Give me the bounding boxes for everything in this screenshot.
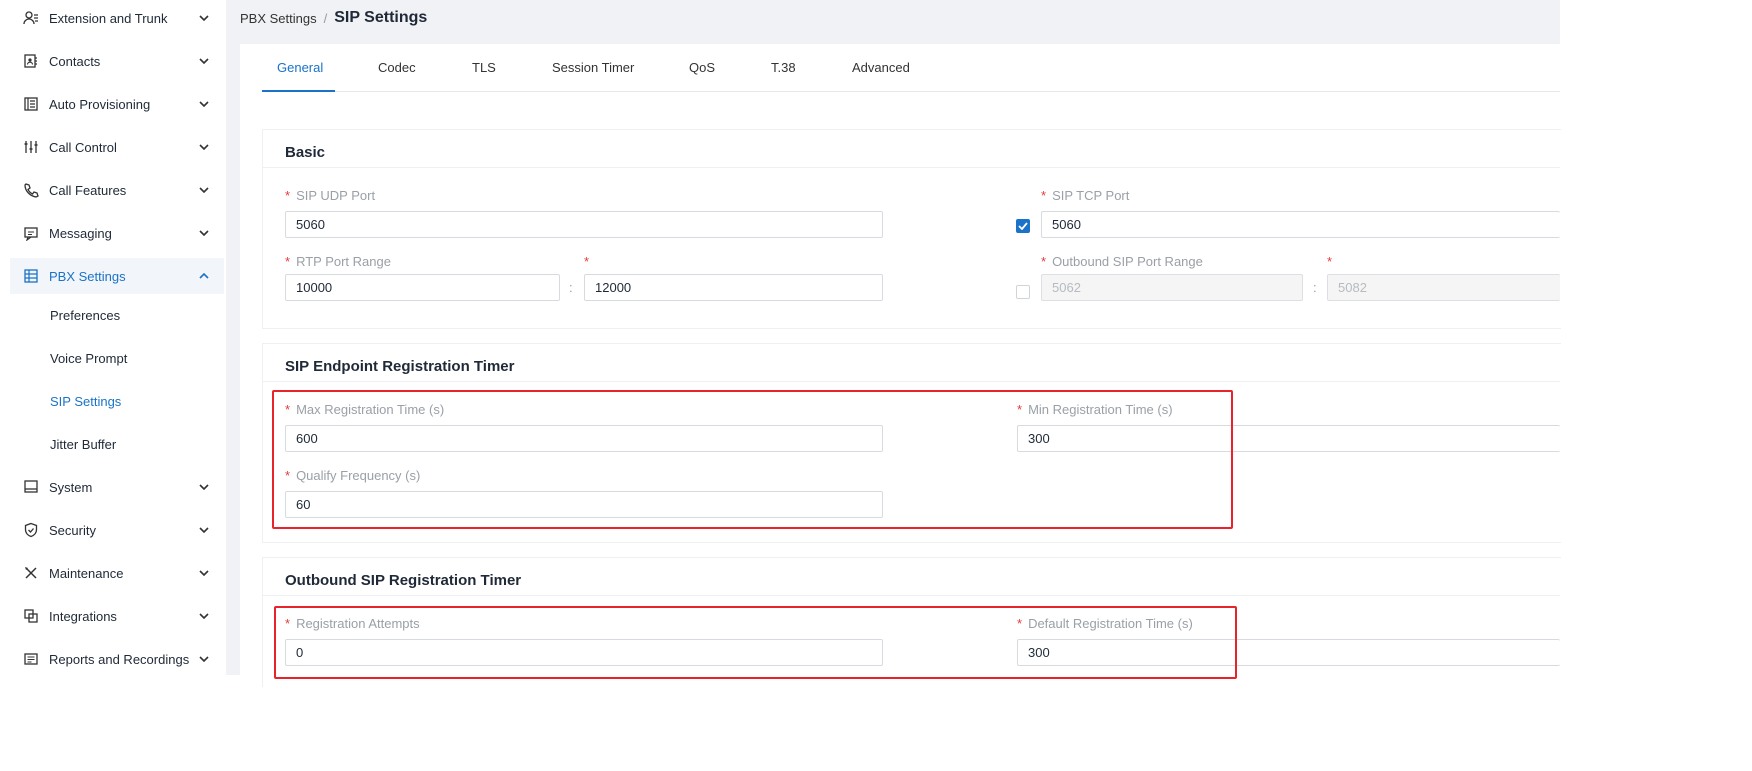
sidebar-item-auto-provisioning[interactable]: Auto Provisioning: [10, 86, 224, 122]
sidebar-item-label: Maintenance: [49, 565, 124, 581]
phone-icon: [23, 182, 39, 198]
sip-tcp-port-input[interactable]: 5060: [1041, 211, 1560, 238]
breadcrumb-parent[interactable]: PBX Settings: [240, 11, 317, 26]
rtp-port-start-input[interactable]: 10000: [285, 274, 560, 301]
basic-section-title: Basic: [285, 144, 326, 161]
outbound-sip-port-range-label: * Outbound SIP Port Range: [1041, 254, 1203, 269]
tab-t38[interactable]: T.38: [771, 60, 796, 75]
sidebar-item-call-features[interactable]: Call Features: [10, 172, 224, 208]
sidebar-item-label: Call Control: [49, 139, 117, 155]
tab-tls[interactable]: TLS: [472, 60, 496, 75]
sip-udp-port-input[interactable]: 5060: [285, 211, 883, 238]
sidebar-item-label: Security: [49, 522, 96, 538]
required-mark: *: [1041, 188, 1047, 203]
sidebar-item-pbx-settings[interactable]: PBX Settings: [10, 258, 224, 294]
page-bottom-area: [0, 687, 1752, 771]
checkmark-icon: [1018, 222, 1028, 230]
section-divider: [262, 167, 1560, 168]
sidebar-item-label: Messaging: [49, 225, 112, 241]
sidebar-subitem-preferences[interactable]: Preferences: [50, 300, 120, 330]
sidebar-item-reports-and-recordings[interactable]: Reports and Recordings: [10, 641, 224, 677]
chevron-down-icon: [198, 101, 210, 107]
report-icon: [23, 651, 39, 667]
sip-tcp-port-label: * SIP TCP Port: [1041, 188, 1130, 203]
sip-tcp-port-checkbox[interactable]: [1016, 219, 1030, 233]
chevron-down-icon: [198, 58, 210, 64]
contacts-book-icon: [23, 53, 39, 69]
rtp-port-range-label: * RTP Port Range: [285, 254, 391, 269]
sliders-icon: [23, 139, 39, 155]
settings-list-icon: [23, 268, 39, 284]
chevron-down-icon: [198, 656, 210, 662]
tab-codec[interactable]: Codec: [378, 60, 416, 75]
message-icon: [23, 225, 39, 241]
monitor-icon: [23, 479, 39, 495]
chevron-down-icon: [198, 484, 210, 490]
required-mark: *: [1327, 254, 1333, 269]
sidebar-item-extension-and-trunk[interactable]: Extension and Trunk: [10, 0, 224, 36]
sidebar-item-security[interactable]: Security: [10, 512, 224, 548]
sidebar-item-maintenance[interactable]: Maintenance: [10, 555, 224, 591]
sidebar-item-label: Auto Provisioning: [49, 96, 151, 112]
sidebar-item-contacts[interactable]: Contacts: [10, 43, 224, 79]
chevron-down-icon: [198, 144, 210, 150]
sidebar-subitem-voice-prompt[interactable]: Voice Prompt: [50, 343, 127, 373]
tab-general[interactable]: General: [277, 60, 323, 75]
breadcrumb-separator: /: [323, 10, 328, 26]
sidebar-item-label: System: [49, 479, 93, 495]
outbound-sip-port-range-checkbox[interactable]: [1016, 285, 1030, 299]
breadcrumb: PBX Settings / SIP Settings: [240, 9, 427, 27]
chevron-down-icon: [198, 570, 210, 576]
sidebar-divider: [226, 0, 240, 675]
integrations-icon: [23, 608, 39, 624]
required-mark: *: [584, 254, 590, 269]
tab-bar-divider: [262, 91, 1560, 92]
outbound-timer-section-title: Outbound SIP Registration Timer: [285, 572, 522, 589]
active-tab-indicator: [262, 90, 335, 92]
chevron-up-icon: [198, 273, 210, 279]
required-mark: *: [1041, 254, 1047, 269]
range-separator: :: [569, 280, 573, 295]
section-divider: [262, 381, 1560, 382]
page-title: SIP Settings: [334, 9, 428, 26]
sidebar-subitem-jitter-buffer[interactable]: Jitter Buffer: [50, 429, 116, 459]
chevron-down-icon: [198, 187, 210, 193]
tab-qos[interactable]: QoS: [689, 60, 715, 75]
chevron-down-icon: [198, 230, 210, 236]
header-bar: [240, 0, 1560, 44]
sidebar-item-label: Extension and Trunk: [49, 10, 168, 26]
section-divider: [262, 595, 1560, 596]
sidebar-item-messaging[interactable]: Messaging: [10, 215, 224, 251]
chevron-down-icon: [198, 15, 210, 21]
range-separator: :: [1313, 280, 1317, 295]
sidebar-item-label: PBX Settings: [49, 268, 126, 284]
tab-session-timer[interactable]: Session Timer: [552, 60, 634, 75]
rtp-port-end-input[interactable]: 12000: [584, 274, 883, 301]
sidebar-item-integrations[interactable]: Integrations: [10, 598, 224, 634]
sidebar-item-label: Contacts: [49, 53, 101, 69]
sidebar-item-label: Integrations: [49, 608, 117, 624]
tools-icon: [23, 565, 39, 581]
sidebar-item-label: Call Features: [49, 182, 127, 198]
provisioning-icon: [23, 96, 39, 112]
sip-udp-port-label: * SIP UDP Port: [285, 188, 376, 203]
endpoint-timer-section-title: SIP Endpoint Registration Timer: [285, 358, 515, 375]
shield-icon: [23, 522, 39, 538]
outbound-sip-port-end-input[interactable]: 5082: [1327, 274, 1560, 301]
highlight-box: [274, 606, 1237, 679]
highlight-box: [272, 390, 1233, 529]
required-mark: *: [285, 254, 291, 269]
chevron-down-icon: [198, 613, 210, 619]
tab-advanced[interactable]: Advanced: [852, 60, 910, 75]
user-list-icon: [23, 10, 39, 26]
sidebar: Extension and Trunk Contacts Auto Provis…: [0, 0, 226, 675]
sidebar-item-system[interactable]: System: [10, 469, 224, 505]
sidebar-item-call-control[interactable]: Call Control: [10, 129, 224, 165]
chevron-down-icon: [198, 527, 210, 533]
outbound-sip-port-start-input[interactable]: 5062: [1041, 274, 1303, 301]
required-mark: *: [285, 188, 291, 203]
sidebar-subitem-sip-settings[interactable]: SIP Settings: [50, 386, 121, 416]
sidebar-item-label: Reports and Recordings: [49, 651, 190, 667]
